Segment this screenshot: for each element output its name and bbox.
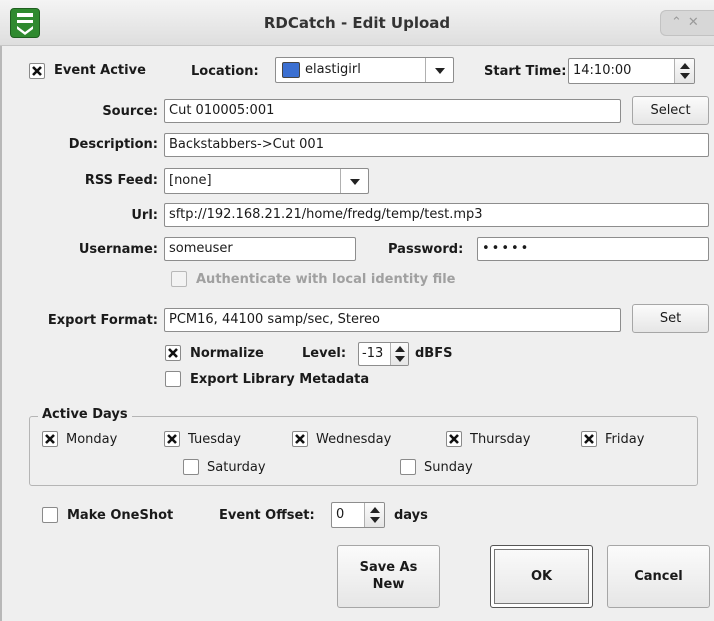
save-as-new-label-2: New — [372, 577, 405, 592]
source-value: Cut 010005:001 — [169, 103, 275, 118]
location-value: elastigirl — [305, 62, 361, 77]
rss-feed-label: RSS Feed: — [84, 173, 158, 188]
export-format-label: Export Format: — [47, 313, 158, 328]
url-field[interactable]: sftp://192.168.21.21/home/fredg/temp/tes… — [164, 203, 709, 227]
day-monday[interactable]: Monday — [42, 431, 117, 447]
monday-label: Monday — [66, 431, 118, 447]
normalize-label: Normalize — [190, 346, 264, 361]
active-days-group — [29, 416, 698, 486]
event-active-label: Event Active — [54, 63, 146, 78]
source-label: Source: — [102, 104, 158, 119]
export-metadata-label: Export Library Metadata — [190, 372, 370, 387]
rss-feed-value: [none] — [169, 173, 212, 188]
set-button[interactable]: Set — [632, 304, 709, 333]
location-dropdown[interactable]: elastigirl — [275, 57, 454, 83]
start-time-label: Start Time: — [484, 64, 567, 79]
password-field[interactable]: ••••• — [477, 237, 709, 261]
monday-checkbox[interactable] — [42, 431, 58, 447]
day-friday[interactable]: Friday — [581, 431, 644, 447]
save-as-new-button[interactable]: Save As New — [337, 545, 440, 608]
description-label: Description: — [68, 137, 158, 152]
level-spinbox[interactable]: -13 — [358, 342, 409, 366]
day-sunday[interactable]: Sunday — [400, 459, 473, 475]
close-icon[interactable]: ✕ — [688, 15, 705, 30]
export-metadata-checkbox[interactable] — [165, 371, 181, 387]
description-field[interactable]: Backstabbers->Cut 001 — [164, 133, 709, 157]
day-wednesday[interactable]: Wednesday — [292, 431, 391, 447]
start-time-spinbox[interactable]: 14:10:00 — [568, 58, 695, 84]
level-value: -13 — [362, 346, 384, 361]
normalize-checkbox[interactable] — [165, 345, 181, 361]
spin-up-icon — [680, 63, 690, 69]
tuesday-checkbox[interactable] — [164, 431, 180, 447]
make-oneshot-checkbox[interactable] — [42, 507, 58, 523]
window-controls[interactable]: ⌃✕ — [660, 10, 714, 36]
restore-icon[interactable]: ⌃ — [671, 15, 688, 30]
description-value: Backstabbers->Cut 001 — [169, 137, 324, 152]
rss-feed-dropdown[interactable]: [none] — [164, 168, 369, 194]
friday-checkbox[interactable] — [581, 431, 597, 447]
url-label: Url: — [131, 208, 158, 223]
window-frame — [0, 46, 2, 621]
wednesday-checkbox[interactable] — [292, 431, 308, 447]
select-button[interactable]: Select — [632, 96, 709, 125]
password-label: Password: — [388, 242, 464, 257]
spin-up-icon — [370, 507, 380, 513]
sunday-label: Sunday — [424, 459, 473, 475]
export-format-value: PCM16, 44100 samp/sec, Stereo — [169, 312, 381, 327]
day-tuesday[interactable]: Tuesday — [164, 431, 241, 447]
day-thursday[interactable]: Thursday — [446, 431, 530, 447]
export-format-field[interactable]: PCM16, 44100 samp/sec, Stereo — [164, 308, 621, 332]
thursday-label: Thursday — [470, 431, 531, 447]
start-time-value: 14:10:00 — [573, 63, 632, 78]
event-offset-label: Event Offset: — [219, 508, 315, 523]
spin-up-icon — [395, 346, 405, 352]
tuesday-label: Tuesday — [188, 431, 241, 447]
spin-down-icon — [395, 356, 405, 362]
username-label: Username: — [78, 242, 158, 257]
saturday-label: Saturday — [207, 459, 266, 475]
thursday-checkbox[interactable] — [446, 431, 462, 447]
level-label: Level: — [302, 346, 347, 361]
ok-button[interactable]: OK — [490, 545, 593, 608]
url-value: sftp://192.168.21.21/home/fredg/temp/tes… — [169, 207, 483, 222]
event-offset-unit: days — [394, 508, 428, 523]
saturday-checkbox[interactable] — [183, 459, 199, 475]
active-days-title: Active Days — [38, 407, 132, 422]
wednesday-label: Wednesday — [316, 431, 392, 447]
username-value: someuser — [169, 241, 233, 256]
auth-local-checkbox[interactable] — [171, 271, 187, 287]
level-unit: dBFS — [415, 346, 453, 361]
spin-down-icon — [680, 73, 690, 79]
sunday-checkbox[interactable] — [400, 459, 416, 475]
monitor-icon — [282, 62, 300, 78]
auth-local-label: Authenticate with local identity file — [196, 272, 456, 287]
friday-label: Friday — [605, 431, 645, 447]
username-field[interactable]: someuser — [164, 237, 356, 261]
save-as-new-label-1: Save As — [359, 560, 418, 575]
source-field[interactable]: Cut 010005:001 — [164, 99, 621, 123]
make-oneshot-label: Make OneShot — [67, 508, 174, 523]
cancel-button[interactable]: Cancel — [607, 545, 710, 608]
event-offset-value: 0 — [336, 507, 345, 522]
event-active-checkbox[interactable] — [29, 63, 45, 79]
day-saturday[interactable]: Saturday — [183, 459, 266, 475]
event-offset-spinbox[interactable]: 0 — [331, 502, 385, 528]
window-title: RDCatch - Edit Upload — [263, 14, 451, 32]
spin-down-icon — [370, 517, 380, 523]
password-value: ••••• — [482, 241, 531, 256]
location-label: Location: — [191, 64, 259, 79]
